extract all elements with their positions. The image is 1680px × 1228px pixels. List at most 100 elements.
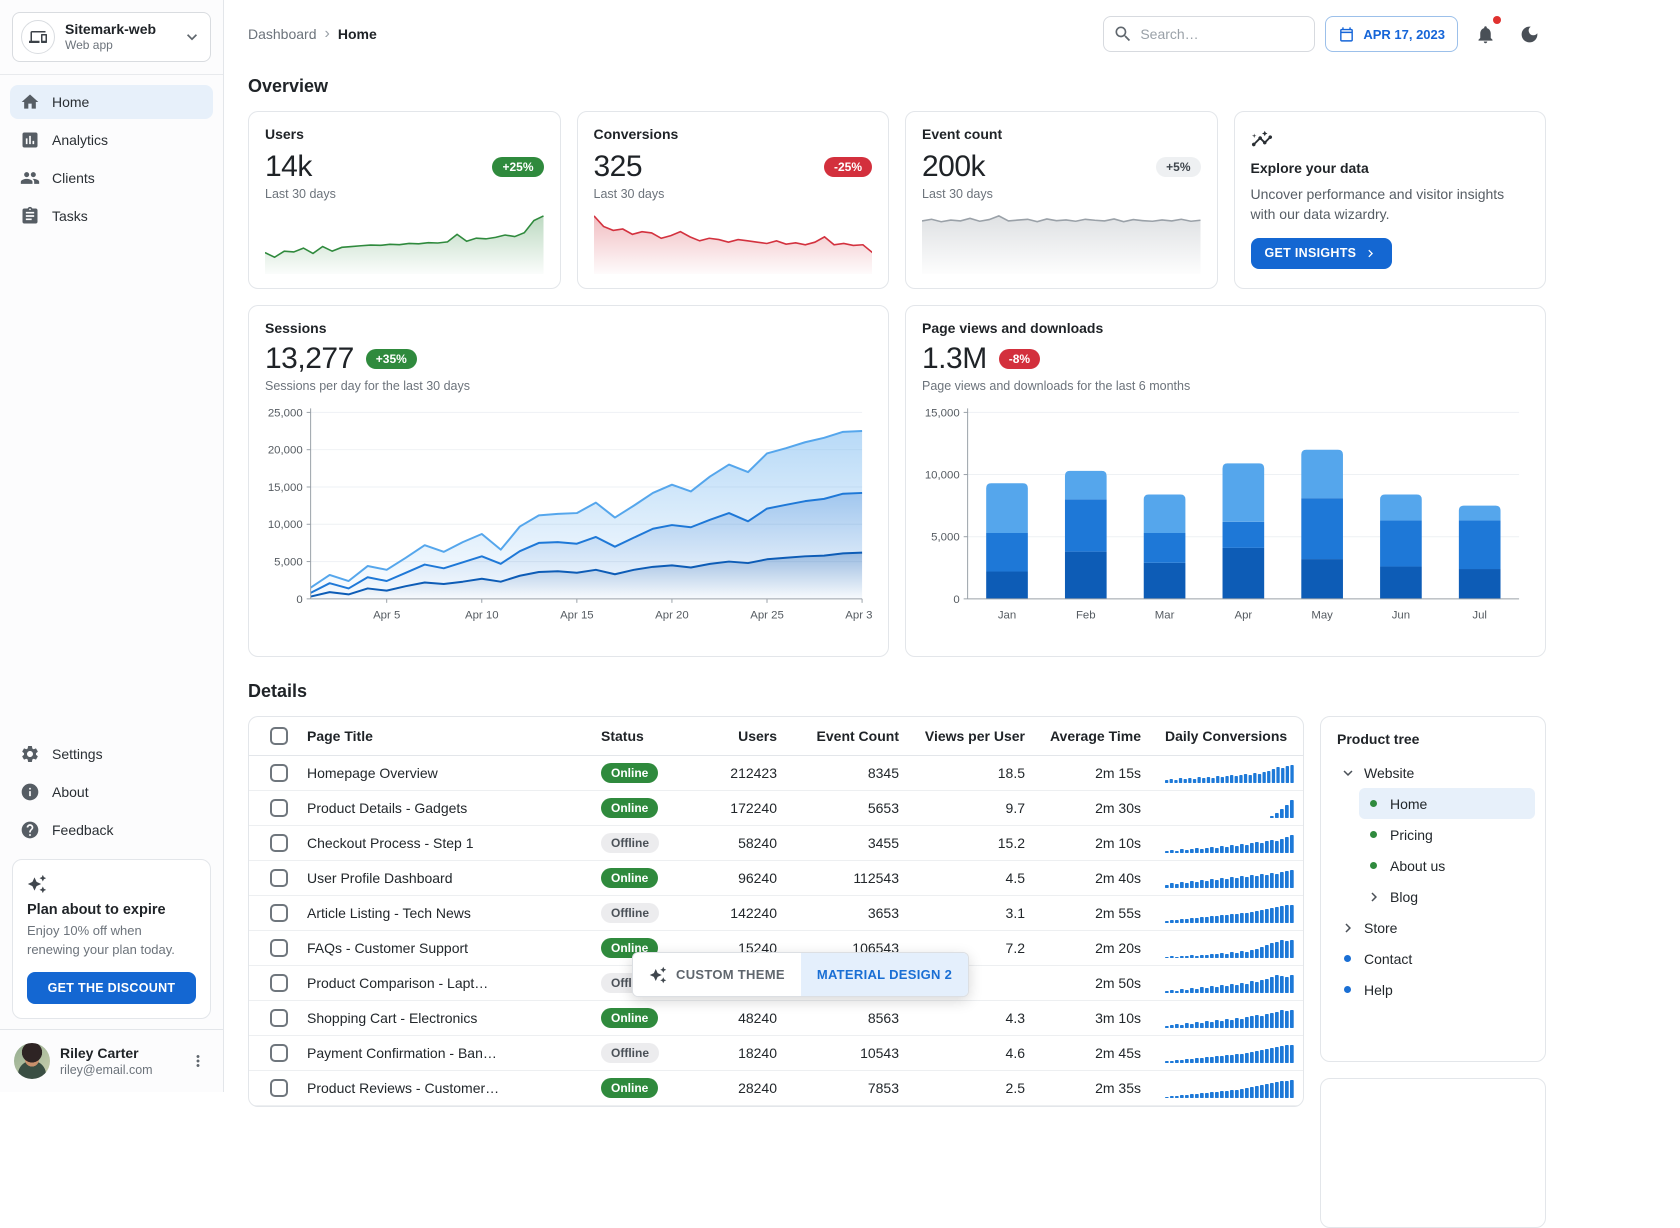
sidebar-item-label: About — [52, 784, 89, 800]
analytics-icon — [20, 130, 40, 150]
tree-item-website[interactable]: Website — [1333, 757, 1535, 788]
svg-text:10,000: 10,000 — [925, 470, 960, 482]
table-row[interactable]: Homepage OverviewOnline212423834518.52m … — [249, 756, 1303, 791]
help-icon — [20, 820, 40, 840]
breadcrumb-dashboard[interactable]: Dashboard — [248, 26, 317, 42]
row-checkbox[interactable] — [270, 834, 288, 852]
table-row[interactable]: User Profile DashboardOnline962401125434… — [249, 861, 1303, 896]
stat-sparkline — [594, 211, 873, 274]
row-checkbox[interactable] — [270, 904, 288, 922]
stat-caption: Last 30 days — [594, 187, 873, 201]
material-design-2-button[interactable]: MATERIAL DESIGN 2 — [801, 953, 968, 996]
row-checkbox[interactable] — [270, 974, 288, 992]
user-email: riley@email.com — [60, 1062, 177, 1078]
tree-item-about-us[interactable]: About us — [1359, 850, 1535, 881]
get-discount-button[interactable]: GET THE DISCOUNT — [27, 972, 196, 1004]
workspace-select[interactable]: Sitemark-web Web app — [12, 12, 211, 62]
sessions-title: Sessions — [265, 320, 872, 336]
chevron-down-icon — [182, 27, 202, 47]
cell-events: 112543 — [789, 861, 911, 896]
dark-mode-toggle[interactable] — [1512, 17, 1546, 51]
stat-title: Event count — [922, 126, 1201, 142]
row-checkbox[interactable] — [270, 1044, 288, 1062]
chevron-right-icon: › — [325, 26, 330, 42]
pageviews-value: 1.3M — [922, 342, 987, 376]
stat-value: 325 — [594, 150, 643, 184]
daily-conversions-sparkline — [1165, 974, 1295, 990]
cell-events: 7853 — [789, 1071, 911, 1106]
pageviews-caption: Page views and downloads for the last 6 … — [922, 379, 1529, 393]
sidebar-item-tasks[interactable]: Tasks — [10, 199, 213, 233]
sessions-chart-area: 05,00010,00015,00020,00025,000Apr 5Apr 1… — [265, 401, 872, 642]
sidebar-item-label: Tasks — [52, 208, 88, 224]
cell-users: 58240 — [693, 826, 789, 861]
overview-title: Overview — [248, 76, 1546, 97]
col-daily-conversions: Daily Conversions — [1153, 717, 1303, 756]
status-chip: Online — [601, 1008, 658, 1028]
tree-item-store[interactable]: Store — [1333, 912, 1535, 943]
user-menu-button[interactable] — [187, 1050, 209, 1072]
secondary-card — [1320, 1078, 1546, 1228]
tree-label: Store — [1364, 920, 1397, 936]
svg-text:20,000: 20,000 — [268, 445, 303, 457]
stat-sparkline — [922, 211, 1201, 274]
user-name: Riley Carter — [60, 1044, 177, 1062]
stat-value: 200k — [922, 150, 985, 184]
row-checkbox[interactable] — [270, 1079, 288, 1097]
sidebar-item-label: Analytics — [52, 132, 108, 148]
details-table-card: Page Title Status Users Event Count View… — [248, 716, 1304, 1107]
sidebar-item-analytics[interactable]: Analytics — [10, 123, 213, 157]
tree-item-contact[interactable]: Contact — [1333, 943, 1535, 974]
sidebar-item-feedback[interactable]: Feedback — [10, 813, 213, 847]
cell-events: 3653 — [789, 896, 911, 931]
tree-item-home[interactable]: Home — [1359, 788, 1535, 819]
cell-users: 96240 — [693, 861, 789, 896]
chevron-right-icon — [1363, 246, 1378, 261]
cell-views: 18.5 — [911, 756, 1037, 791]
sidebar-item-clients[interactable]: Clients — [10, 161, 213, 195]
row-checkbox[interactable] — [270, 764, 288, 782]
stat-card-conversions: Conversions325-25%Last 30 days — [577, 111, 890, 289]
sidebar-item-settings[interactable]: Settings — [10, 737, 213, 771]
row-checkbox[interactable] — [270, 939, 288, 957]
cell-events: 8345 — [789, 756, 911, 791]
tree-item-help[interactable]: Help — [1333, 974, 1535, 1005]
date-picker-button[interactable]: APR 17, 2023 — [1325, 16, 1458, 52]
stat-title: Users — [265, 126, 544, 142]
svg-text:15,000: 15,000 — [268, 482, 303, 494]
stat-caption: Last 30 days — [265, 187, 544, 201]
col-page-title: Page Title — [295, 717, 589, 756]
get-insights-button[interactable]: GET INSIGHTS — [1251, 238, 1393, 269]
cell-page-title: Checkout Process - Step 1 — [295, 826, 589, 861]
sidebar-item-about[interactable]: About — [10, 775, 213, 809]
row-checkbox[interactable] — [270, 799, 288, 817]
custom-theme-button[interactable]: CUSTOM THEME — [633, 953, 801, 996]
tree-item-pricing[interactable]: Pricing — [1359, 819, 1535, 850]
tree-dot — [1370, 800, 1377, 807]
table-row[interactable]: Article Listing - Tech NewsOffline142240… — [249, 896, 1303, 931]
table-row[interactable]: Payment Confirmation - Ban…Offline182401… — [249, 1036, 1303, 1071]
table-row[interactable]: Product Details - GadgetsOnline172240565… — [249, 791, 1303, 826]
tree-label: Contact — [1364, 951, 1412, 967]
search-input[interactable] — [1103, 16, 1315, 52]
sidebar-item-home[interactable]: Home — [10, 85, 213, 119]
cell-time: 2m 15s — [1037, 756, 1153, 791]
product-tree: WebsiteHomePricing About us Blog Store Conta… — [1333, 757, 1535, 1005]
devices-icon — [21, 20, 55, 54]
tree-label: About us — [1390, 858, 1445, 874]
tree-dot — [1370, 862, 1377, 869]
table-row[interactable]: Product Reviews - Customer…Online2824078… — [249, 1071, 1303, 1106]
row-checkbox[interactable] — [270, 1009, 288, 1027]
table-row[interactable]: Shopping Cart - ElectronicsOnline4824085… — [249, 1001, 1303, 1036]
row-checkbox[interactable] — [270, 869, 288, 887]
tree-item-blog[interactable]: Blog — [1359, 881, 1535, 912]
cell-views: 4.3 — [911, 1001, 1037, 1036]
tree-dot — [1344, 955, 1351, 962]
cell-page-title: User Profile Dashboard — [295, 861, 589, 896]
notifications-button[interactable] — [1468, 17, 1502, 51]
table-row[interactable]: Checkout Process - Step 1Offline58240345… — [249, 826, 1303, 861]
cell-time: 2m 55s — [1037, 896, 1153, 931]
select-all-checkbox[interactable] — [270, 727, 288, 745]
explore-card: Explore your data Uncover performance an… — [1234, 111, 1547, 289]
people-icon — [20, 168, 40, 188]
